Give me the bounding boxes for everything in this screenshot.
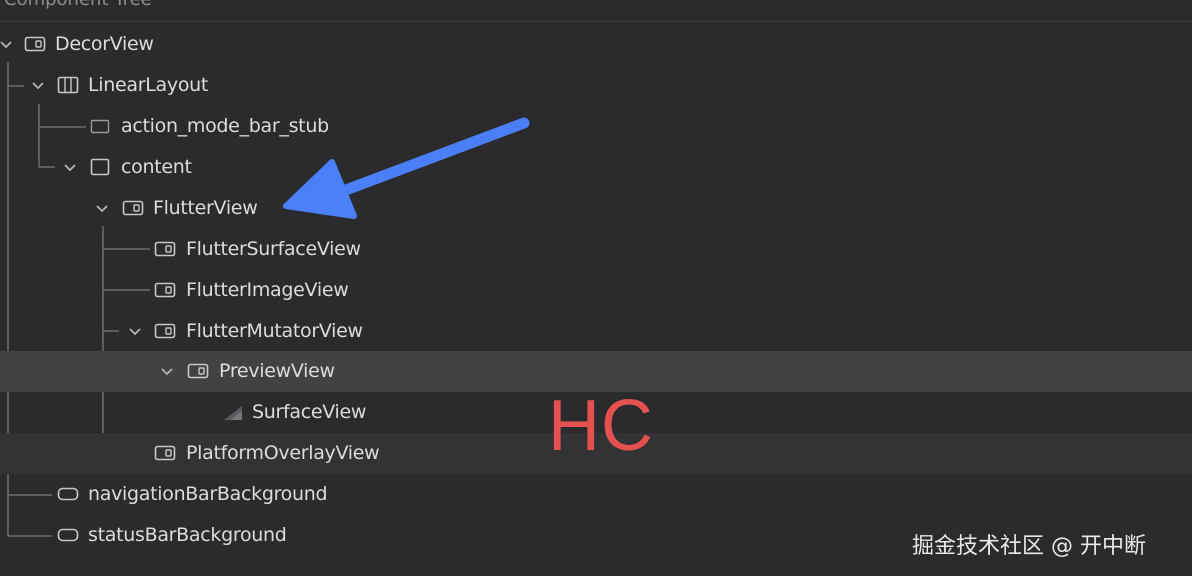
component-tree: DecorView LinearLayout action_mode_bar_s… — [0, 0, 1192, 576]
tree-node-label: FlutterView — [153, 197, 258, 219]
chevron-down-icon[interactable] — [30, 77, 46, 93]
view-icon — [154, 445, 176, 461]
tree-node-label: FlutterSurfaceView — [186, 238, 361, 260]
tree-row-fluttersurfaceview[interactable]: FlutterSurfaceView — [0, 229, 1192, 270]
tree-row-content[interactable]: content — [0, 147, 1192, 188]
tree-node-label: LinearLayout — [88, 74, 209, 96]
tree-node-label: DecorView — [55, 33, 154, 55]
tree-row-flutterview[interactable]: FlutterView — [0, 188, 1192, 229]
chevron-down-icon[interactable] — [159, 363, 175, 379]
view-icon — [187, 363, 209, 379]
tree-node-label: SurfaceView — [252, 401, 367, 423]
tree-node-label: FlutterMutatorView — [186, 320, 363, 342]
hc-annotation-text: HC — [548, 386, 654, 466]
tree-row-flutterimageview[interactable]: FlutterImageView — [0, 270, 1192, 311]
tree-node-label: navigationBarBackground — [88, 483, 328, 505]
tree-node-label: PlatformOverlayView — [186, 442, 380, 464]
tree-row-linearlayout[interactable]: LinearLayout — [0, 65, 1192, 106]
chevron-down-icon[interactable] — [62, 159, 78, 175]
rounded-view-icon — [57, 528, 79, 542]
view-icon — [154, 323, 176, 339]
rounded-view-icon — [57, 487, 79, 501]
view-icon — [154, 241, 176, 257]
view-stub-icon — [90, 119, 110, 134]
tree-row-fluttermutatorview[interactable]: FlutterMutatorView — [0, 311, 1192, 352]
chevron-down-icon[interactable] — [94, 200, 110, 216]
tree-row-navigationbarbackground[interactable]: navigationBarBackground — [0, 474, 1192, 515]
watermark: 掘金技术社区 @ 开中断 — [912, 534, 1146, 559]
tree-row-action-mode-bar-stub[interactable]: action_mode_bar_stub — [0, 106, 1192, 147]
tree-node-label: content — [121, 156, 192, 178]
chevron-down-icon[interactable] — [0, 36, 14, 52]
tree-node-label: action_mode_bar_stub — [121, 115, 329, 137]
frame-layout-icon — [90, 158, 110, 176]
surface-view-icon — [224, 406, 242, 420]
tree-node-label: PreviewView — [219, 360, 335, 382]
linear-layout-icon — [57, 76, 79, 94]
view-icon — [122, 200, 144, 216]
tree-node-label: FlutterImageView — [186, 279, 349, 301]
view-icon — [24, 36, 46, 52]
chevron-down-icon[interactable] — [127, 323, 143, 339]
tree-node-label: statusBarBackground — [88, 524, 287, 546]
view-icon — [154, 282, 176, 298]
tree-row-decorview[interactable]: DecorView — [0, 24, 1192, 65]
